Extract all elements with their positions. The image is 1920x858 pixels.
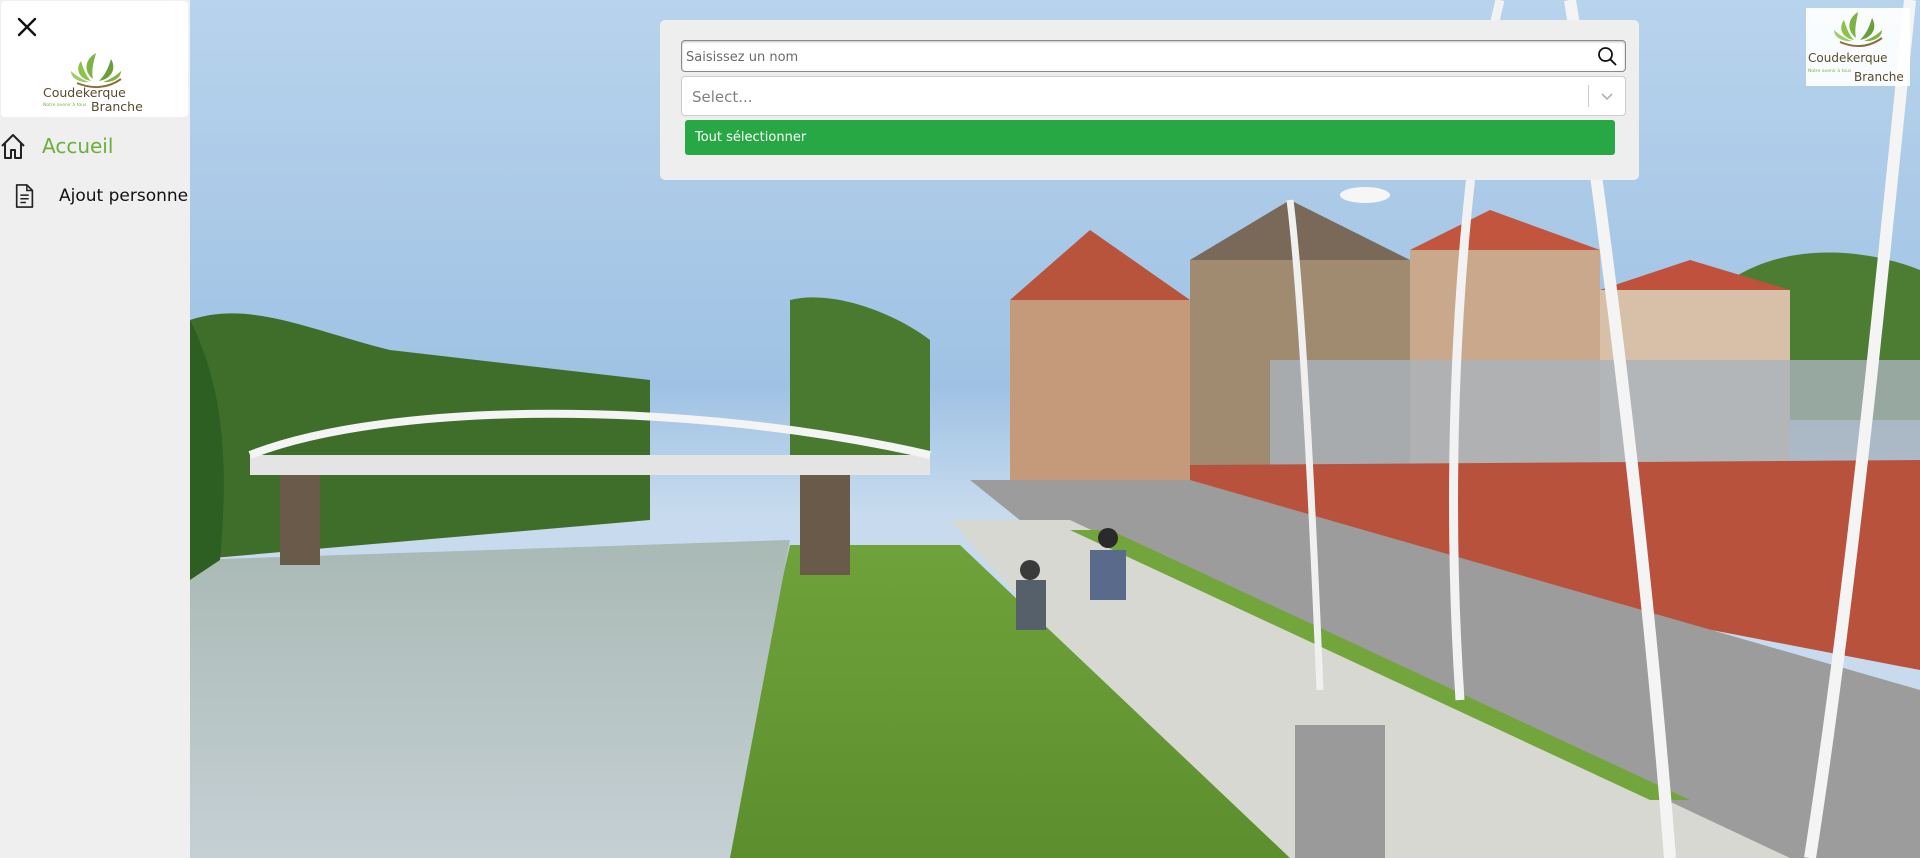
chevron-down-icon[interactable] [1599, 88, 1615, 104]
select-placeholder: Select... [692, 88, 753, 106]
main-content: Select... Tout sélectionner Coudekerque … [190, 0, 1920, 858]
sidebar: Coudekerque Branche Notre avenir à tous … [0, 0, 190, 858]
corner-logo: Coudekerque Branche Notre avenir à tous [1806, 8, 1910, 86]
sidebar-item-ajout-personne[interactable]: Ajout personne [0, 181, 188, 211]
search-field [681, 40, 1626, 73]
select-all-button[interactable]: Tout sélectionner [685, 120, 1615, 155]
filter-panel: Select... Tout sélectionner [660, 20, 1639, 180]
search-icon[interactable] [1597, 46, 1617, 66]
logo-tagline: Notre avenir à tous [43, 101, 87, 108]
logo-text-line1: Coudekerque [43, 85, 126, 100]
city-logo: Coudekerque Branche Notre avenir à tous [43, 53, 143, 114]
document-icon [15, 184, 34, 208]
search-input[interactable] [684, 41, 1588, 73]
person-select[interactable]: Select... [681, 76, 1626, 116]
select-separator [1588, 85, 1589, 107]
logo-text-line2: Branche [91, 99, 143, 114]
corner-logo-line1: Coudekerque [1808, 51, 1888, 65]
close-icon[interactable] [15, 15, 39, 39]
corner-logo-line2: Branche [1854, 70, 1904, 84]
home-icon [1, 134, 25, 159]
sidebar-item-label: Ajout personne [59, 186, 189, 206]
corner-logo-tagline: Notre avenir à tous [1808, 67, 1852, 74]
logo-box: Coudekerque Branche Notre avenir à tous [1, 1, 188, 117]
sidebar-item-label: Accueil [42, 134, 114, 158]
sidebar-item-accueil[interactable]: Accueil [0, 130, 113, 162]
